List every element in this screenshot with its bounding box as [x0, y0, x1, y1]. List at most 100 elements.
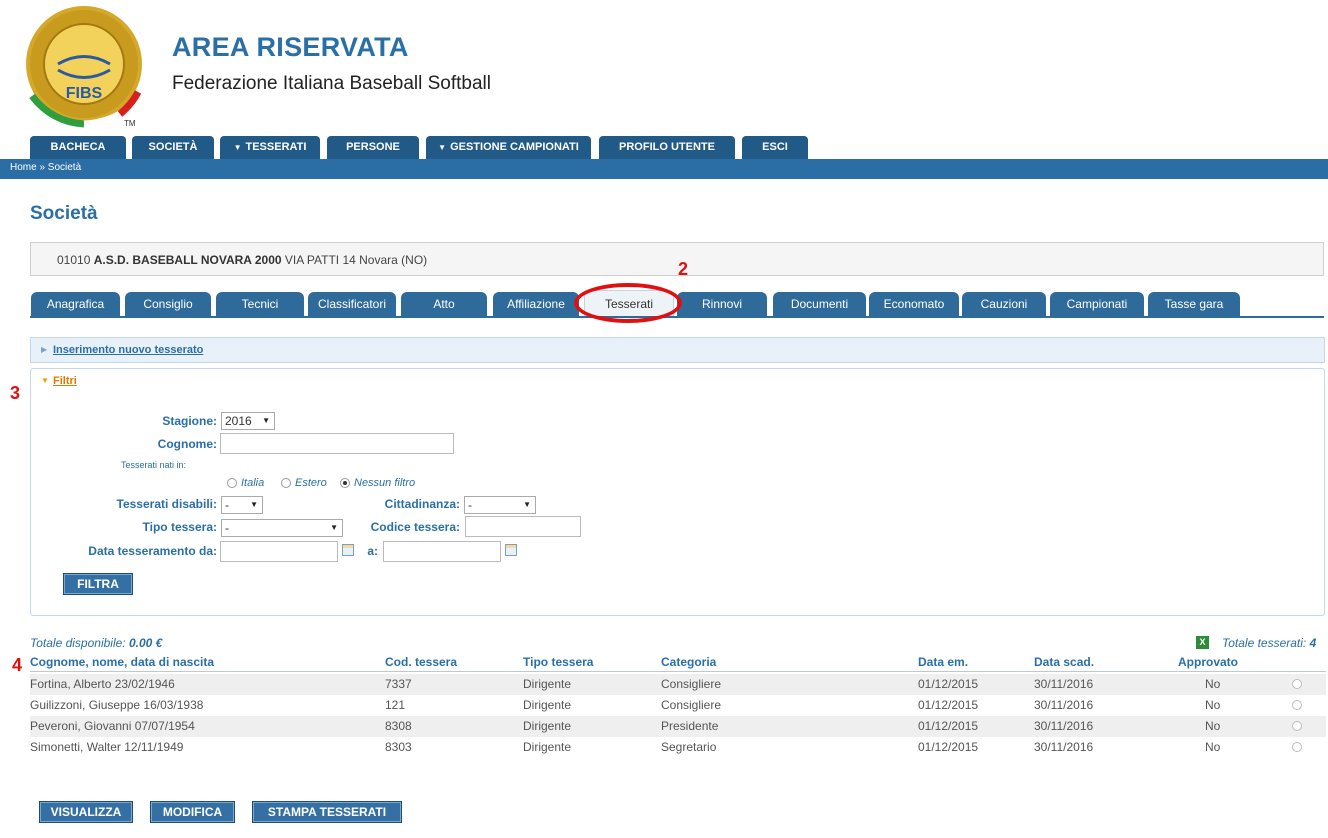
tipo-tessera-label: Tipo tessera: — [142, 520, 217, 534]
tab-rinnovi[interactable]: Rinnovi — [677, 292, 767, 316]
totale-disponibile: Totale disponibile: 0.00 € — [30, 636, 163, 650]
cell-categoria: Segretario — [661, 740, 717, 754]
nav-persone[interactable]: PERSONE — [327, 136, 419, 159]
tab-consiglio[interactable]: Consiglio — [125, 292, 211, 316]
tab-campionati[interactable]: Campionati — [1050, 292, 1144, 316]
codice-tessera-input[interactable] — [465, 516, 581, 537]
chevron-down-icon: ▼ — [250, 500, 258, 509]
row-select-radio[interactable] — [1292, 700, 1302, 710]
calendar-icon[interactable] — [505, 544, 517, 556]
cell-cod: 121 — [385, 698, 406, 712]
stampa-tesserati-button[interactable]: STAMPA TESSERATI — [252, 801, 402, 823]
cell-nome: Guilizzoni, Giuseppe 16/03/1938 — [30, 698, 204, 712]
data-a-input[interactable] — [383, 541, 501, 562]
col-approvato[interactable]: Approvato — [1178, 655, 1238, 669]
club-address: VIA PATTI 14 Novara (NO) — [284, 253, 428, 267]
logo-fibs-text: FIBS — [66, 85, 103, 102]
tab-classificatori[interactable]: Classificatori — [308, 292, 396, 316]
table-row[interactable]: Simonetti, Walter 12/11/1949 8303 Dirige… — [30, 737, 1326, 758]
totale-disponibile-value: 0.00 € — [128, 636, 163, 650]
cell-tipo: Dirigente — [523, 677, 572, 691]
nav-bacheca[interactable]: BACHECA — [30, 136, 126, 159]
annotation-2: 2 — [678, 259, 689, 279]
calendar-icon[interactable] — [342, 544, 354, 556]
radio-italia[interactable] — [227, 478, 237, 488]
radio-estero-label: Estero — [295, 477, 327, 489]
totale-tesserati: Totale tesserati: 4 — [1222, 636, 1317, 650]
radio-estero[interactable] — [281, 478, 291, 488]
cell-approvato: No — [1205, 740, 1221, 754]
tab-tecnici[interactable]: Tecnici — [216, 292, 304, 316]
visualizza-button[interactable]: VISUALIZZA — [39, 801, 133, 823]
excel-export-icon[interactable]: X — [1196, 636, 1209, 649]
row-select-radio[interactable] — [1292, 721, 1302, 731]
tipo-tessera-select[interactable]: - ▼ — [221, 519, 343, 537]
cell-cod: 8303 — [385, 740, 412, 754]
data-da-label: Data tesseramento da: — [88, 544, 217, 558]
table-row[interactable]: Peveroni, Giovanni 07/07/1954 8308 Dirig… — [30, 716, 1326, 737]
tab-affiliazione[interactable]: Affiliazione — [493, 292, 579, 316]
tab-cauzioni[interactable]: Cauzioni — [962, 292, 1046, 316]
cognome-label: Cognome: — [157, 437, 217, 451]
cell-cod: 8308 — [385, 719, 412, 733]
col-nome[interactable]: Cognome, nome, data di nascita — [30, 655, 214, 669]
cell-approvato: No — [1205, 698, 1221, 712]
cell-categoria: Presidente — [661, 719, 719, 733]
nav-societa[interactable]: SOCIETÀ — [132, 136, 214, 159]
cell-data-scad: 30/11/2016 — [1034, 698, 1094, 712]
nav-esci[interactable]: ESCI — [742, 136, 808, 159]
breadcrumb[interactable]: Home » Società — [10, 162, 81, 173]
nati-label: Tesserati nati in: — [121, 460, 187, 470]
cell-categoria: Consigliere — [661, 677, 722, 691]
cell-tipo: Dirigente — [523, 740, 572, 754]
dropdown-arrow-icon: ▼ — [233, 143, 242, 152]
chevron-down-icon: ▼ — [523, 500, 531, 509]
table-row[interactable]: Guilizzoni, Giuseppe 16/03/1938 121 Diri… — [30, 695, 1326, 716]
tab-tasse-gara[interactable]: Tasse gara — [1148, 292, 1240, 316]
site-subtitle: Federazione Italiana Baseball Softball — [172, 73, 491, 94]
tab-anagrafica[interactable]: Anagrafica — [31, 292, 120, 316]
nav-tesserati[interactable]: ▼ TESSERATI — [220, 136, 320, 159]
cell-data-scad: 30/11/2016 — [1034, 719, 1094, 733]
filtra-button[interactable]: FILTRA — [63, 573, 133, 595]
stagione-select[interactable]: 2016 ▼ — [221, 412, 275, 430]
col-tipo-tessera[interactable]: Tipo tessera — [523, 655, 593, 669]
data-a-label: a: — [367, 544, 378, 558]
dropdown-arrow-icon: ▼ — [438, 143, 447, 152]
tab-atto[interactable]: Atto — [401, 292, 487, 316]
cell-categoria: Consigliere — [661, 698, 722, 712]
tab-documenti[interactable]: Documenti — [773, 292, 866, 316]
cell-nome: Fortina, Alberto 23/02/1946 — [30, 677, 175, 691]
fibs-logo: FIBS TM — [26, 6, 142, 128]
cell-tipo: Dirigente — [523, 698, 572, 712]
annotation-circle — [574, 283, 682, 323]
row-select-radio[interactable] — [1292, 742, 1302, 752]
nav-gestione-campionati[interactable]: ▼ GESTIONE CAMPIONATI — [426, 136, 591, 159]
col-cod-tessera[interactable]: Cod. tessera — [385, 655, 457, 669]
cittadinanza-select[interactable]: - ▼ — [464, 496, 536, 514]
data-da-input[interactable] — [220, 541, 338, 562]
nav-profilo-utente[interactable]: PROFILO UTENTE — [599, 136, 735, 159]
accordion-new-member: ▶ Inserimento nuovo tesserato — [30, 337, 1325, 363]
tab-underline — [30, 316, 1324, 318]
cognome-input[interactable] — [220, 433, 454, 454]
cell-data-em: 01/12/2015 — [918, 677, 979, 691]
col-categoria[interactable]: Categoria — [661, 655, 716, 669]
tab-economato[interactable]: Economato — [869, 292, 959, 316]
accordion-filters: ▼ Filtri Stagione: 2016 ▼ Cognome: Tesser… — [30, 368, 1325, 616]
col-data-scad[interactable]: Data scad. — [1034, 655, 1094, 669]
radio-nessun-filtro[interactable] — [340, 478, 350, 488]
filters-link[interactable]: Filtri — [53, 375, 77, 387]
annotation-3: 3 — [10, 383, 21, 403]
table-row[interactable]: Fortina, Alberto 23/02/1946 7337 Dirigen… — [30, 674, 1326, 695]
disabili-select[interactable]: - ▼ — [221, 496, 263, 514]
col-data-em[interactable]: Data em. — [918, 655, 968, 669]
chevron-down-icon: ▼ — [41, 376, 49, 385]
row-select-radio[interactable] — [1292, 679, 1302, 689]
cittadinanza-label: Cittadinanza: — [384, 497, 460, 511]
club-code: 01010 — [57, 253, 91, 267]
cell-approvato: No — [1205, 677, 1221, 691]
logo-tm: TM — [124, 119, 136, 128]
new-member-link[interactable]: Inserimento nuovo tesserato — [53, 344, 203, 356]
modifica-button[interactable]: MODIFICA — [150, 801, 235, 823]
